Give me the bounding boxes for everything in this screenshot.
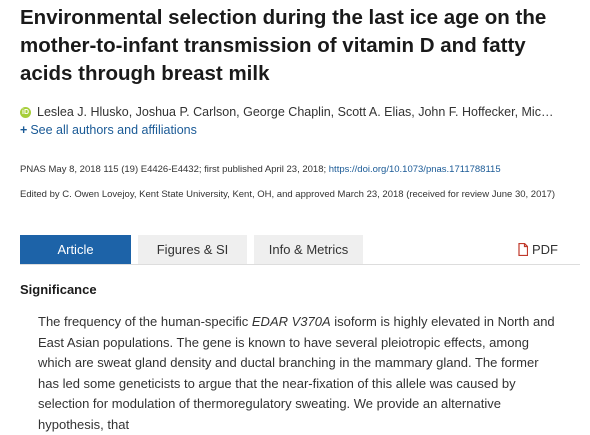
tab-article[interactable]: Article [20,235,131,264]
pdf-label: PDF [532,242,558,257]
abstract-text-start: The frequency of the human-specific [38,314,252,329]
tab-figures-si[interactable]: Figures & SI [138,235,247,264]
citation-line: PNAS May 8, 2018 115 (19) E4426-E4432; f… [20,163,580,177]
doi-link[interactable]: https://doi.org/10.1073/pnas.1711788115 [329,164,501,175]
see-all-authors-link[interactable]: + See all authors and affiliations [20,123,197,137]
gene-name: EDAR V370A [251,314,331,329]
plus-icon: + [20,123,28,137]
article-tabs: Article Figures & SI Info & Metrics PDF [20,235,580,265]
pdf-file-icon [518,243,528,256]
article-title: Environmental selection during the last … [20,6,547,85]
citation-text: PNAS May 8, 2018 115 (19) E4426-E4432; f… [20,164,329,175]
tab-info-metrics[interactable]: Info & Metrics [254,235,363,264]
see-all-label: See all authors and affiliations [30,123,197,137]
authors-text[interactable]: Leslea J. Hlusko, Joshua P. Carlson, Geo… [37,103,553,121]
section-heading: Significance [20,282,97,297]
significance-text: The frequency of the human-specific EDAR… [38,312,558,435]
author-list: iD Leslea J. Hlusko, Joshua P. Carlson, … [20,103,580,121]
pdf-link[interactable]: PDF [518,235,558,264]
abstract-text-rest: isoform is highly elevated in North and … [38,314,555,432]
orcid-icon[interactable]: iD [20,106,31,118]
edited-by: Edited by C. Owen Lovejoy, Kent State Un… [20,189,556,200]
